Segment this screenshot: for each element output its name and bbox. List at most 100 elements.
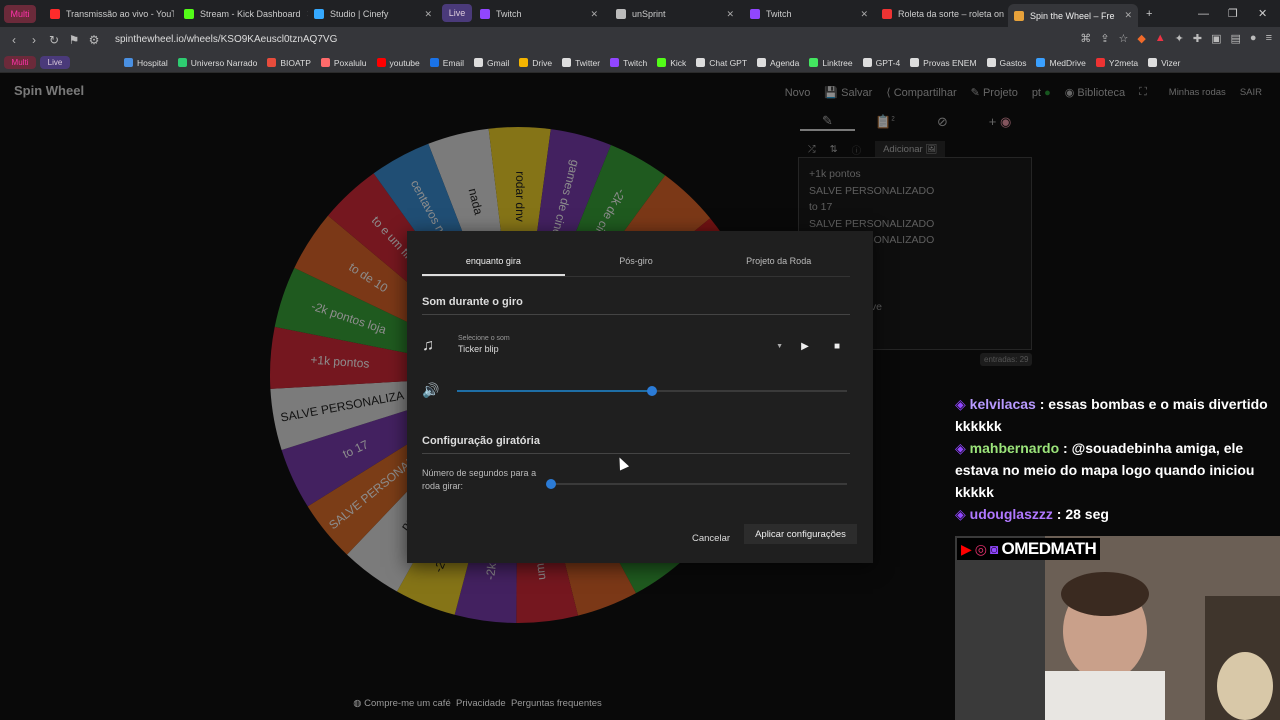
sound-select[interactable]: Selecione o som Ticker blip ▼ bbox=[458, 335, 783, 359]
multi-bookmark[interactable]: Multi bbox=[4, 56, 36, 69]
bookmark-item[interactable]: youtube bbox=[376, 58, 420, 68]
extension-icon[interactable]: ✦ bbox=[1175, 32, 1184, 45]
volume-slider-knob[interactable] bbox=[647, 386, 657, 396]
profile-icon[interactable]: ● bbox=[1250, 32, 1257, 45]
coffee-link[interactable]: Compre-me um café bbox=[364, 698, 451, 709]
bookmark-item[interactable]: Kick bbox=[657, 58, 686, 68]
privacy-link[interactable]: Privacidade bbox=[456, 698, 506, 709]
webcam-image bbox=[955, 536, 1280, 720]
new-tab-button[interactable]: + bbox=[1146, 0, 1152, 27]
bookmark-item[interactable]: Hospital bbox=[124, 58, 168, 68]
bookmark-item[interactable]: Twitch bbox=[610, 58, 647, 68]
tab-projeto-da-roda[interactable]: Projeto da Roda bbox=[707, 249, 850, 276]
bookmark-item[interactable]: Provas ENEM bbox=[910, 58, 977, 68]
tab-favicon-icon bbox=[184, 9, 194, 19]
bookmark-item[interactable]: GPT-4 bbox=[862, 58, 900, 68]
live-tab-group[interactable]: Live bbox=[442, 4, 472, 22]
twitch-icon: ◙ bbox=[990, 541, 999, 557]
social-banner: ▶ ◎ ◙ OMEDMATH bbox=[957, 538, 1101, 560]
site-info-icon[interactable]: ⚙ bbox=[84, 33, 104, 47]
bookmark-item[interactable]: Drive bbox=[519, 58, 552, 68]
bookmark-favicon-icon bbox=[320, 58, 330, 67]
bookmarks-bar: Multi Live Hospital Universo Narrado BIOAT… bbox=[0, 53, 1280, 73]
apply-settings-button[interactable]: Aplicar configurações bbox=[744, 524, 857, 544]
chat-username[interactable]: kelvilacas bbox=[970, 396, 1036, 412]
browser-tab[interactable]: Roleta da sorte – roleta onlin✕ bbox=[876, 4, 1004, 24]
close-tab-icon[interactable]: ✕ bbox=[860, 9, 868, 20]
bookmark-item[interactable]: Linktree bbox=[809, 58, 853, 68]
tab-title: Transmissão ao vivo - YouTu bbox=[66, 9, 174, 19]
tab-pos-giro[interactable]: Pós-giro bbox=[565, 249, 708, 276]
bookmark-favicon-icon bbox=[1148, 58, 1158, 67]
url-input[interactable]: spinthewheel.io/wheels/KSO9KAeuscl0tznAQ… bbox=[115, 34, 337, 45]
webcam-feed bbox=[955, 536, 1280, 720]
translate-icon[interactable]: ⌘ bbox=[1080, 32, 1091, 45]
volume-slider[interactable] bbox=[457, 386, 847, 396]
bookmark-item[interactable]: Poxalulu bbox=[320, 58, 367, 68]
star-icon[interactable]: ☆ bbox=[1118, 32, 1128, 45]
browser-tab[interactable]: Twitch ✕ bbox=[744, 4, 874, 24]
close-tab-icon[interactable]: ✕ bbox=[1124, 10, 1132, 21]
puzzle-icon[interactable]: ✚ bbox=[1193, 32, 1202, 45]
browser-tab[interactable]: Stream - Kick Dashboard✕ bbox=[178, 4, 308, 24]
forward-icon[interactable]: › bbox=[24, 33, 44, 47]
bookmark-favicon-icon bbox=[1095, 58, 1105, 67]
brave-shield-icon[interactable]: ◆ bbox=[1137, 32, 1145, 45]
browser-tab[interactable]: Studio | Cinefy ✕ bbox=[308, 4, 438, 24]
bookmark-item[interactable]: Twitter bbox=[562, 58, 600, 68]
divider bbox=[422, 314, 850, 315]
bookmark-label: Agenda bbox=[770, 57, 800, 68]
bookmark-favicon-icon bbox=[809, 58, 819, 67]
bookmark-item[interactable]: Gmail bbox=[474, 58, 509, 68]
bookmark-favicon-icon bbox=[562, 58, 572, 67]
bookmark-item[interactable]: Vizer bbox=[1148, 58, 1180, 68]
spin-seconds-slider[interactable] bbox=[546, 479, 847, 489]
faq-link[interactable]: Perguntas frequentes bbox=[511, 698, 602, 709]
tab-enquanto-gira[interactable]: enquanto gira bbox=[422, 249, 565, 276]
share-icon[interactable]: ⇪ bbox=[1100, 32, 1109, 45]
bookmark-icon[interactable]: ⚑ bbox=[64, 33, 84, 47]
close-tab-icon[interactable]: ✕ bbox=[424, 9, 432, 20]
bookmark-item[interactable]: Chat GPT bbox=[696, 58, 747, 68]
bookmark-item[interactable]: Email bbox=[429, 58, 464, 68]
live-bookmark[interactable]: Live bbox=[40, 56, 70, 69]
tab-favicon-icon bbox=[50, 9, 60, 19]
menu-icon[interactable]: ≡ bbox=[1266, 32, 1272, 45]
bookmark-item[interactable]: Y2meta bbox=[1095, 58, 1138, 68]
spin-slider-knob[interactable] bbox=[546, 479, 556, 489]
browser-tab[interactable]: Twitch ✕ bbox=[474, 4, 604, 24]
close-window-icon[interactable]: ✕ bbox=[1258, 0, 1267, 27]
wallet-icon[interactable]: ▤ bbox=[1231, 32, 1241, 45]
reload-icon[interactable]: ↻ bbox=[44, 33, 64, 47]
browser-tab[interactable]: unSprint ✕ bbox=[610, 4, 740, 24]
tab-title: Studio | Cinefy bbox=[330, 9, 389, 19]
sidebar-icon[interactable]: ▣ bbox=[1211, 32, 1221, 45]
back-icon[interactable]: ‹ bbox=[4, 33, 24, 47]
stream-chat: ◈ kelvilacas : essas bombas e o mais div… bbox=[955, 393, 1280, 525]
bookmark-item[interactable]: Universo Narrado bbox=[177, 58, 257, 68]
cancel-button[interactable]: Cancelar bbox=[690, 529, 732, 548]
bookmark-item[interactable]: Agenda bbox=[757, 58, 799, 68]
bookmark-item[interactable]: MedDrive bbox=[1036, 58, 1086, 68]
channel-name: OMEDMATH bbox=[1001, 539, 1097, 558]
chat-badge-icon: ◈ bbox=[955, 506, 970, 522]
minimize-icon[interactable]: — bbox=[1198, 0, 1209, 27]
browser-actions: ⌘ ⇪ ☆ ◆ ▲ ✦ ✚ ▣ ▤ ● ≡ bbox=[1080, 32, 1272, 45]
close-tab-icon[interactable]: ✕ bbox=[726, 9, 734, 20]
close-tab-icon[interactable]: ✕ bbox=[590, 9, 598, 20]
bookmark-item[interactable]: Gastos bbox=[986, 58, 1026, 68]
browser-tab[interactable]: Spin the Wheel – Fre ✕ bbox=[1008, 4, 1138, 27]
play-sound-button[interactable]: ▶ bbox=[794, 335, 816, 357]
chat-username[interactable]: udouglaszzz bbox=[970, 506, 1053, 522]
chat-badge-icon: ◈ bbox=[955, 396, 970, 412]
tab-title: Stream - Kick Dashboard bbox=[200, 9, 301, 19]
chat-username[interactable]: mahbernardo bbox=[970, 440, 1059, 456]
maximize-icon[interactable]: ❐ bbox=[1228, 0, 1238, 27]
stop-sound-button[interactable]: ■ bbox=[826, 335, 848, 357]
rewards-icon[interactable]: ▲ bbox=[1155, 32, 1166, 45]
multi-pill[interactable]: Multi bbox=[4, 4, 36, 23]
bookmark-item[interactable]: BIOATP bbox=[267, 58, 311, 68]
tab-favicon-icon bbox=[616, 9, 626, 19]
browser-tab[interactable]: Transmissão ao vivo - YouTu✕ bbox=[44, 4, 174, 24]
chat-separator: : bbox=[1052, 506, 1066, 522]
